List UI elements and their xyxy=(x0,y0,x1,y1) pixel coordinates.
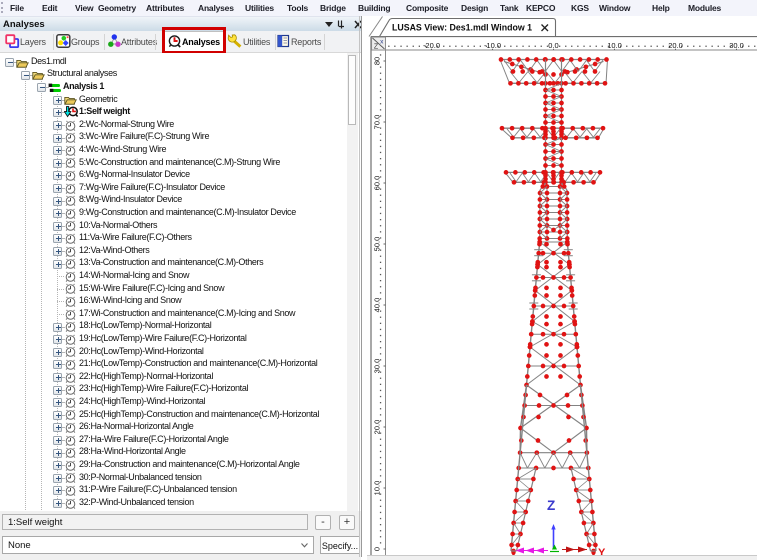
svg-text:-10.0: -10.0 xyxy=(484,41,501,50)
svg-text:10.0: 10.0 xyxy=(373,481,382,496)
svg-text:20.0: 20.0 xyxy=(668,41,683,50)
svg-text:10.0: 10.0 xyxy=(607,41,622,50)
svg-text:70.0: 70.0 xyxy=(373,115,382,130)
svg-text:LUSAS View: Des1.mdl Window 1: LUSAS View: Des1.mdl Window 1 xyxy=(392,23,532,33)
svg-text:Z: Z xyxy=(374,44,379,51)
svg-text:30.0: 30.0 xyxy=(729,41,744,50)
svg-text:30.0: 30.0 xyxy=(373,359,382,374)
svg-text:0: 0 xyxy=(373,547,382,551)
svg-text:40.0: 40.0 xyxy=(373,298,382,313)
svg-text:-20.0: -20.0 xyxy=(423,41,440,50)
svg-text:0.0: 0.0 xyxy=(548,41,558,50)
svg-text:50.0: 50.0 xyxy=(373,237,382,252)
svg-text:20.0: 20.0 xyxy=(373,420,382,435)
svg-text:60.0: 60.0 xyxy=(373,176,382,191)
svg-text:80: 80 xyxy=(373,57,382,65)
